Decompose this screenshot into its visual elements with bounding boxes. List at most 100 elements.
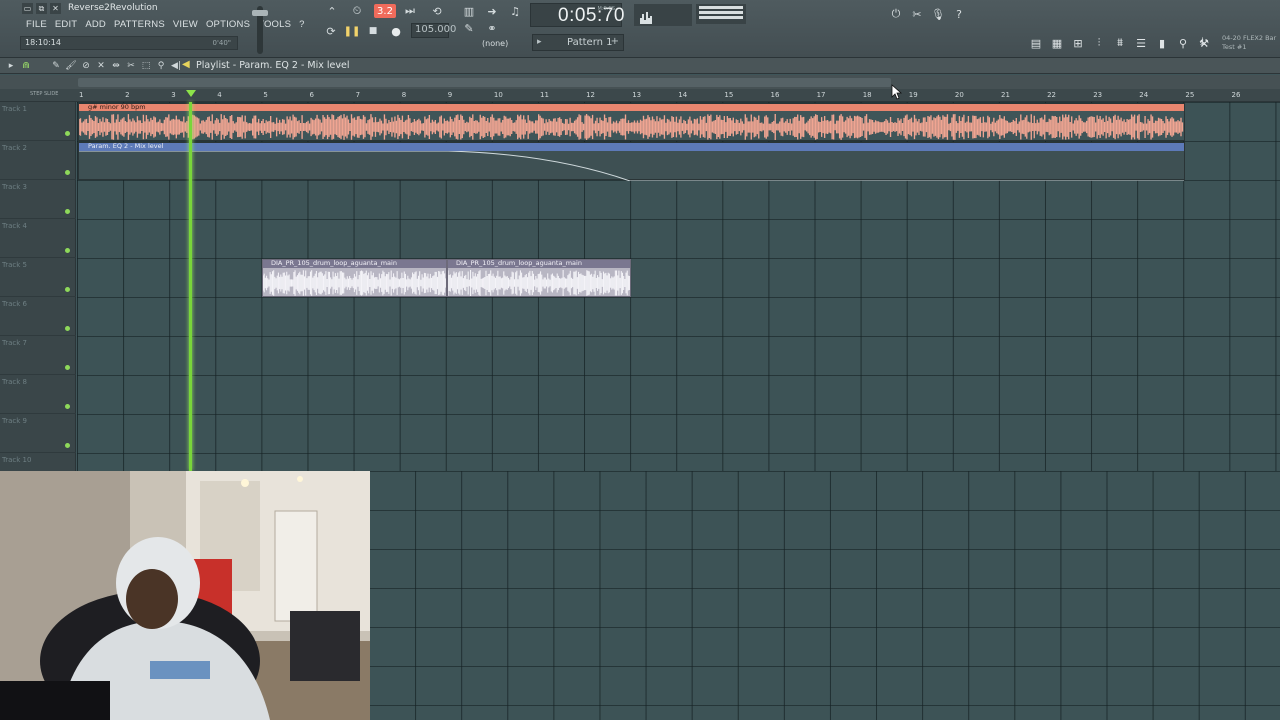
record-button[interactable]: ● [388, 23, 404, 39]
step-edit-icon[interactable]: ⏭ [400, 3, 420, 19]
menu-help[interactable]: ? [295, 18, 308, 31]
track-led-icon[interactable] [65, 326, 70, 331]
stop-button[interactable]: ■ [366, 24, 380, 38]
slice-tool-icon[interactable]: ✂ [124, 59, 138, 73]
playlist-title: Playlist - Param. EQ 2 - Mix level [196, 60, 350, 71]
menu-file[interactable]: FILE [22, 18, 51, 31]
plugin-database-icon[interactable]: ▮ [1152, 34, 1172, 52]
track-led-icon[interactable] [65, 287, 70, 292]
song-mode-icon[interactable]: ⟳ [321, 23, 341, 39]
track-led-icon[interactable] [65, 209, 70, 214]
drum-loop-clip-header[interactable]: DIA_PR_105_drum_loop_aguanta_main [448, 259, 630, 268]
track-header[interactable]: Track 3 [0, 180, 76, 219]
audio-clip-header[interactable]: g# minor 90 bpm [79, 103, 1184, 111]
menu-edit[interactable]: EDIT [51, 18, 81, 31]
automation-clip[interactable]: Param. EQ 2 - Mix level [78, 142, 1185, 181]
zoom-tool-icon[interactable]: ⚲ [154, 59, 168, 73]
playlist-tools: ▸ ⋒ ✎ 🖌 ⊘ ✕ ⇹ ✂ ⬚ ⚲ ◀| [4, 59, 183, 73]
playlist-window-icon[interactable]: ▤ [1026, 34, 1046, 52]
power-icon[interactable]: ⏻ [886, 5, 906, 23]
download-icon[interactable]: ⤓ [1200, 35, 1205, 49]
track-led-icon[interactable] [65, 248, 70, 253]
drum-loop-clip-label: DIA_PR_105_drum_loop_aguanta_main [456, 259, 582, 267]
mixer-window-icon[interactable]: ⫶ [1089, 34, 1109, 52]
delete-tool-icon[interactable]: ⊘ [79, 59, 93, 73]
track-header[interactable]: Track 7 [0, 336, 76, 375]
add-pattern-icon[interactable]: + [611, 36, 619, 47]
loop-record-icon[interactable]: ⟲ [427, 3, 447, 19]
tempo-mode-button[interactable]: 3.2 [374, 4, 396, 18]
track-header[interactable]: Track 6 [0, 297, 76, 336]
piano-roll-window-icon[interactable]: ⊞ [1068, 34, 1088, 52]
menu-options[interactable]: OPTIONS [202, 18, 254, 31]
horizontal-scrollbar[interactable] [78, 78, 891, 87]
pencil-icon[interactable]: ✎ [459, 20, 479, 36]
track-led-icon[interactable] [65, 131, 70, 136]
select-tool-icon[interactable]: ⬚ [139, 59, 153, 73]
project-title: Reverse2Revolution [68, 3, 158, 13]
mixer-faders-icon[interactable]: ⩩ [1110, 34, 1130, 52]
bar-number: 21 [1001, 91, 1010, 99]
piano-roll-icon[interactable]: ▥ [459, 3, 479, 19]
tempo-display[interactable]: 105.000 [411, 23, 456, 38]
pattern-prev-icon[interactable]: ▸ [537, 37, 542, 47]
help-icon[interactable]: ? [949, 5, 969, 23]
playhead-marker[interactable] [186, 90, 196, 97]
scissors-icon[interactable]: ✂ [907, 5, 927, 23]
metronome-icon[interactable]: ⌃ [322, 3, 342, 19]
playhead-line[interactable] [189, 102, 192, 471]
bar-number: 23 [1093, 91, 1103, 99]
track-led-icon[interactable] [65, 170, 70, 175]
track-name: Track 10 [2, 456, 32, 464]
drum-loop-clip[interactable]: DIA_PR_105_drum_loop_aguanta_main [447, 259, 631, 297]
close-icon[interactable]: ✕ [50, 3, 61, 14]
drum-loop-clip-label: DIA_PR_105_drum_loop_aguanta_main [271, 259, 397, 267]
menu-patterns[interactable]: PATTERNS [110, 18, 169, 31]
audio-clip[interactable]: g# minor 90 bpm [78, 103, 1185, 141]
browser-window-icon[interactable]: ☰ [1131, 34, 1151, 52]
bar-number: 3 [171, 91, 176, 99]
slip-tool-icon[interactable]: ⇹ [109, 59, 123, 73]
track-header[interactable]: Track 2 [0, 141, 76, 180]
microphone-icon[interactable]: 🎙 [928, 5, 948, 23]
playlist-grid-lower[interactable] [370, 471, 1280, 720]
automation-clip-header[interactable]: Param. EQ 2 - Mix level [79, 142, 1184, 151]
track-header[interactable]: Track 1 [0, 102, 76, 141]
draw-tool-icon[interactable]: ✎ [49, 59, 63, 73]
track-header[interactable]: Track 8 [0, 375, 76, 414]
track-led-icon[interactable] [65, 443, 70, 448]
play-pause-button[interactable]: ❚❚ [344, 23, 361, 39]
master-volume-handle[interactable] [252, 10, 268, 16]
paint-tool-icon[interactable]: 🖌 [64, 59, 78, 73]
bar-number: 12 [586, 91, 596, 99]
drum-loop-clip-header[interactable]: DIA_PR_105_drum_loop_aguanta_main [263, 259, 446, 268]
bell-icon[interactable]: ♫ [505, 3, 525, 19]
news-headline[interactable]: 04-20 FLEX2 Bar [1222, 34, 1276, 42]
link-icon[interactable]: ⚭ [482, 20, 502, 36]
track-header[interactable]: Track 9 [0, 414, 76, 453]
track-header[interactable]: Track 4 [0, 219, 76, 258]
drum-loop-clip[interactable]: DIA_PR_105_drum_loop_aguanta_main [262, 259, 447, 297]
restore-icon[interactable]: ⧉ [36, 3, 47, 14]
mouse-cursor-icon [891, 84, 903, 100]
menu-add[interactable]: ADD [81, 18, 110, 31]
pattern-name: Pattern 1 [567, 37, 613, 48]
snap-selector[interactable]: (none) [482, 39, 522, 52]
magnet-icon[interactable]: ⋒ [19, 59, 33, 73]
track-header[interactable]: Track 5 [0, 258, 76, 297]
minimize-icon[interactable]: ▭ [22, 3, 33, 14]
channel-rack-icon[interactable]: ▦ [1047, 34, 1067, 52]
track-led-icon[interactable] [65, 365, 70, 370]
options-arrow-icon[interactable]: ▸ [4, 59, 18, 73]
menu-view[interactable]: VIEW [169, 18, 202, 31]
plugin-picker-icon[interactable]: ⚲ [1173, 34, 1193, 52]
time-display[interactable]: 0:05:70 M:S:CS [530, 3, 624, 27]
track-led-icon[interactable] [65, 404, 70, 409]
wait-input-icon[interactable]: ⏲ [347, 3, 367, 19]
playlist-arrow-icon[interactable]: ◀ [182, 59, 190, 70]
pattern-selector[interactable]: ▸ Pattern 1 + [532, 34, 624, 51]
title-chevron-icon[interactable]: › [338, 61, 341, 70]
arrow-right-icon[interactable]: ➜ [482, 3, 502, 19]
mute-tool-icon[interactable]: ✕ [94, 59, 108, 73]
playback-tool-icon[interactable]: ◀| [169, 59, 183, 73]
